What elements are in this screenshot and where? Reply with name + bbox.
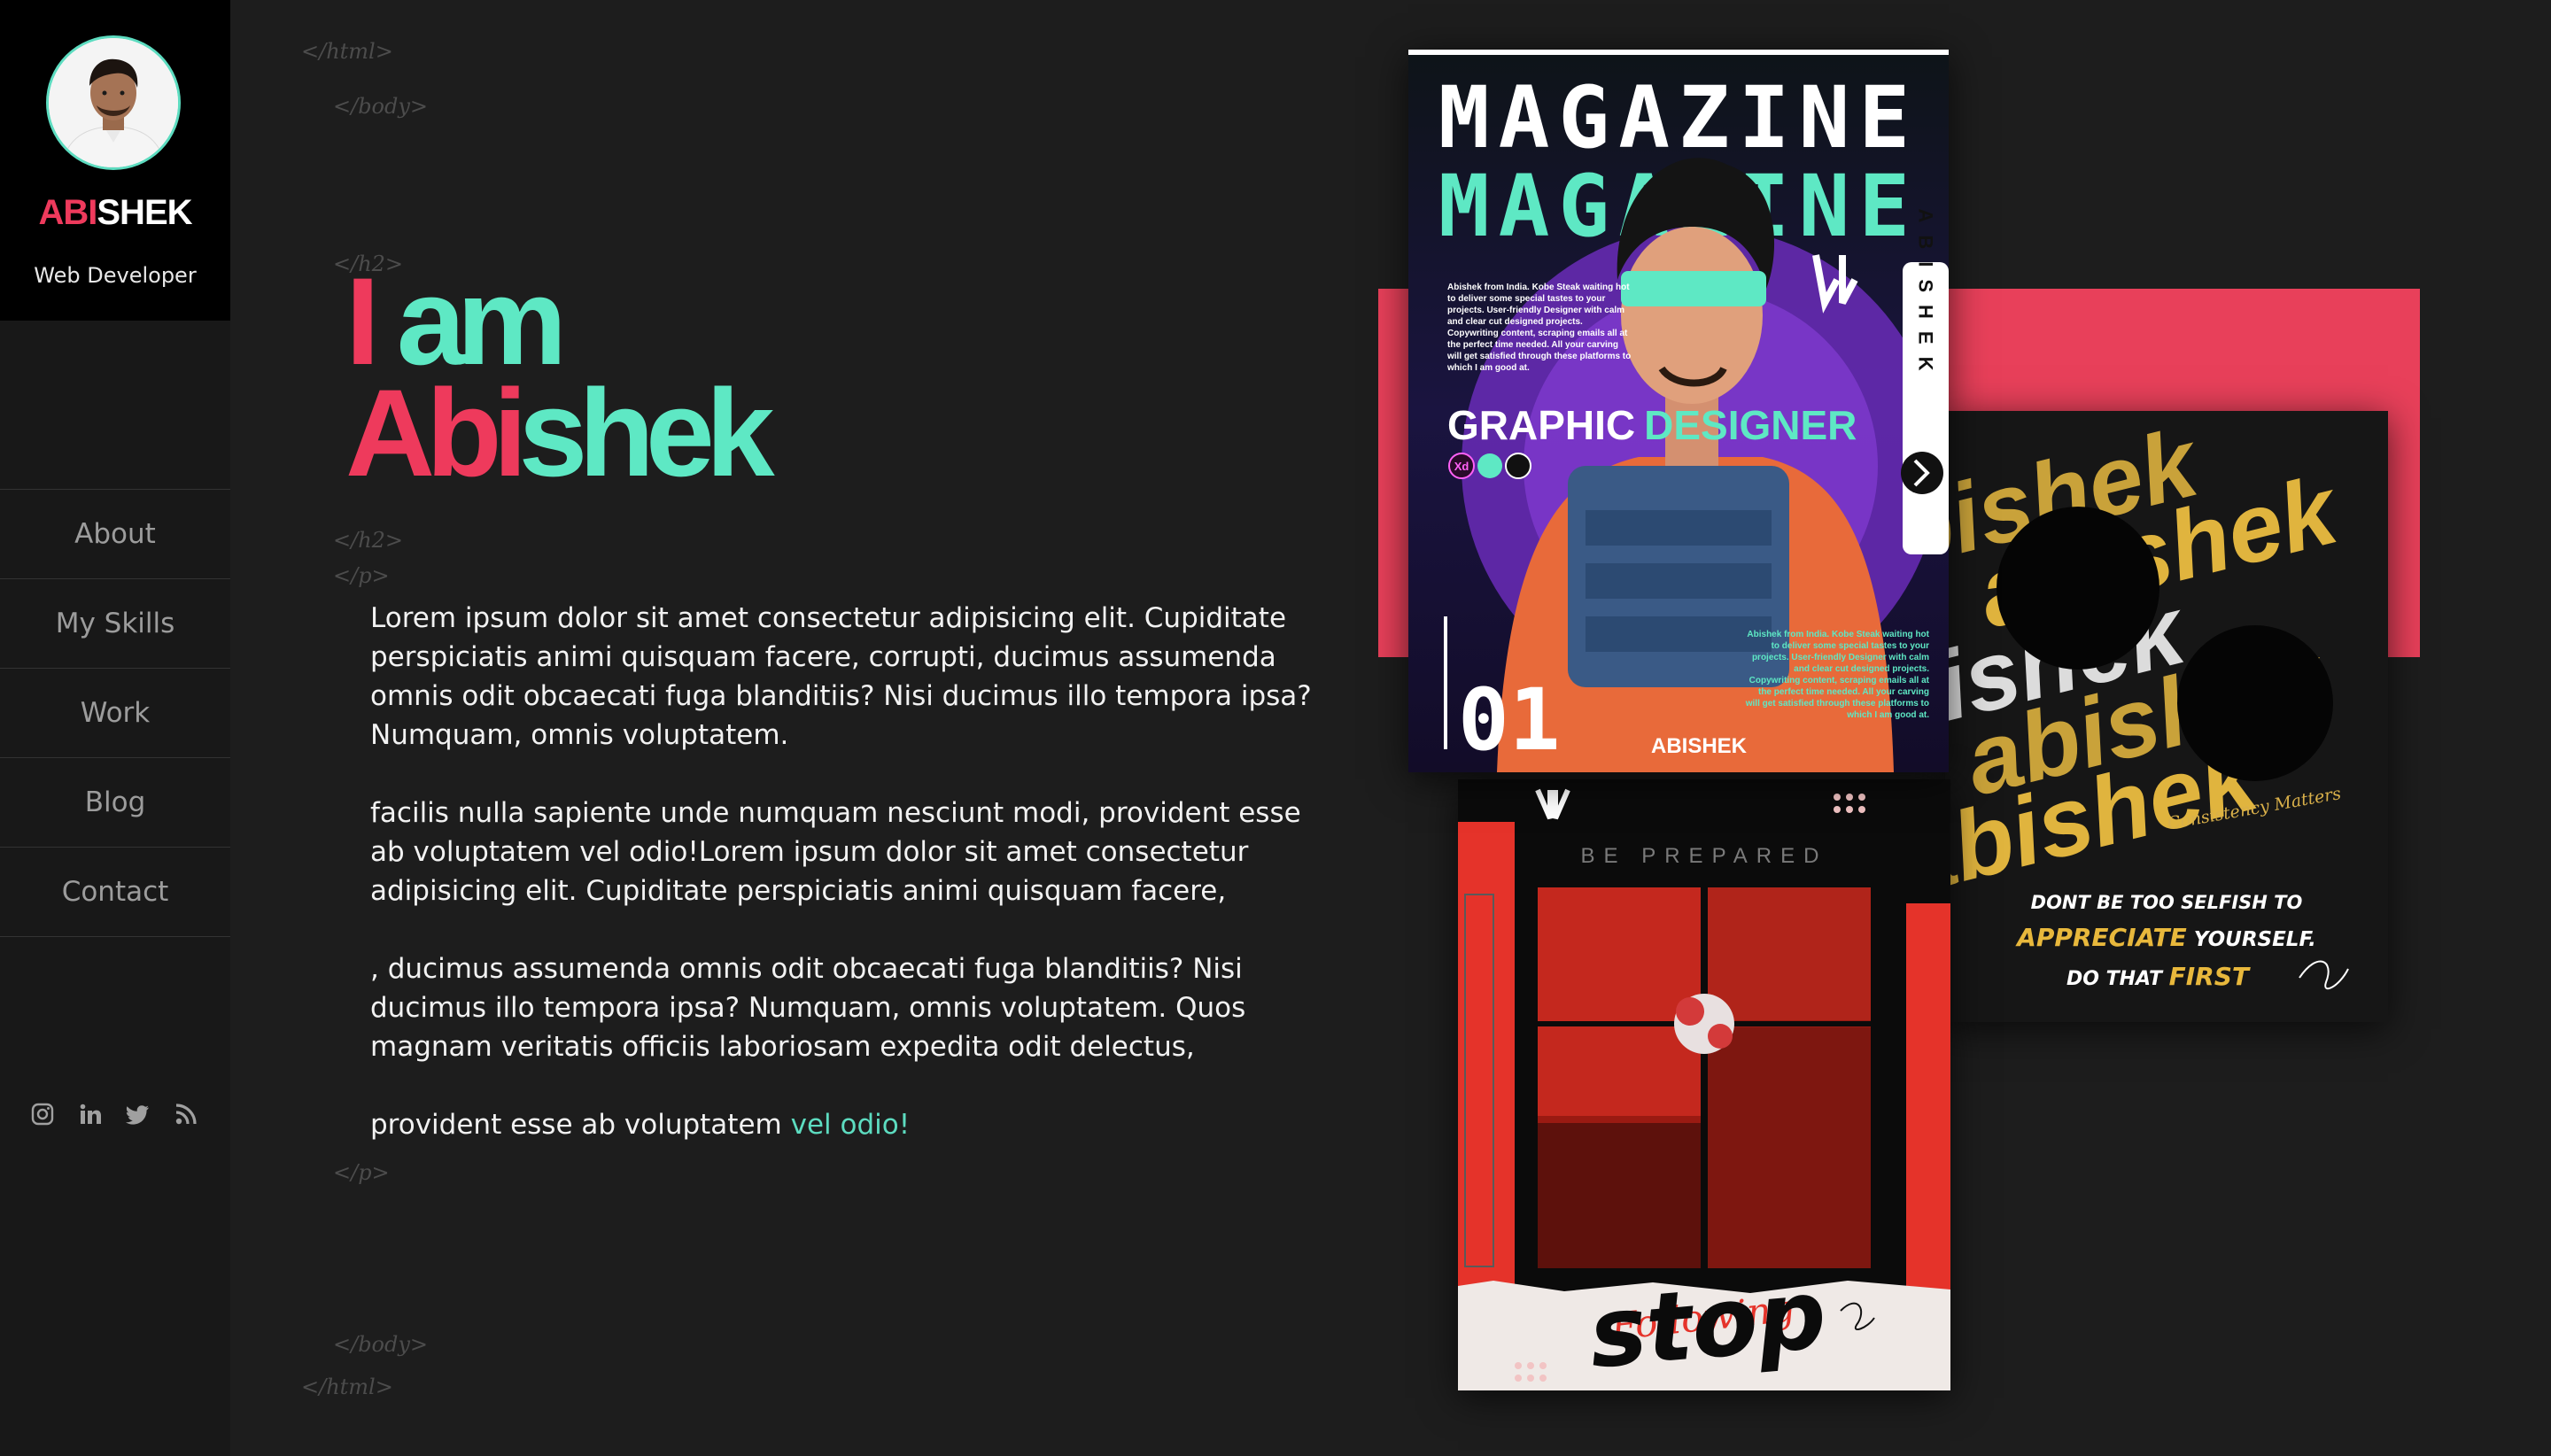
portfolio-poster-abishek[interactable]: abishek abishek abishek abishek abishek … bbox=[1945, 411, 2388, 1022]
intro-text: Lorem ipsum dolor sit amet consectetur a… bbox=[370, 599, 1318, 1183]
code-tag-body-close: </body> bbox=[333, 1332, 429, 1357]
code-tag-html-close: </html> bbox=[301, 1375, 393, 1399]
social-links bbox=[30, 1102, 198, 1127]
nav-item-my-skills[interactable]: My Skills bbox=[0, 579, 230, 669]
nav-item-work[interactable]: Work bbox=[0, 669, 230, 758]
intro-paragraph-1: Lorem ipsum dolor sit amet consectetur a… bbox=[370, 602, 1312, 751]
magazine-issue: 01 bbox=[1458, 670, 1561, 770]
twitter-icon[interactable] bbox=[126, 1102, 151, 1127]
code-tag-html-open: </html> bbox=[301, 39, 393, 64]
code-tag-p-open: </p> bbox=[333, 563, 390, 588]
main-nav: About My Skills Work Blog Contact bbox=[0, 489, 230, 937]
svg-text:Xd: Xd bbox=[1454, 460, 1469, 473]
magazine-side-text: ABISHEK bbox=[1915, 208, 1937, 383]
avatar bbox=[46, 35, 181, 170]
nav-item-blog[interactable]: Blog bbox=[0, 758, 230, 848]
poster3-line1: DONT BE TOO SELFISH TO bbox=[2031, 892, 2303, 913]
rss-icon[interactable] bbox=[174, 1102, 198, 1127]
code-tag-h2-close: </h2> bbox=[333, 528, 404, 553]
brand-role: Web Developer bbox=[34, 263, 197, 288]
brand-name: ABISHEK bbox=[38, 193, 192, 232]
sidebar: ABISHEK Web Developer About My Skills Wo… bbox=[0, 0, 230, 1456]
profile-card: ABISHEK Web Developer bbox=[0, 0, 230, 321]
nav-item-contact[interactable]: Contact bbox=[0, 848, 230, 937]
poster2-flower bbox=[1674, 994, 1734, 1054]
code-tag-body-open: </body> bbox=[333, 94, 429, 119]
magazine-title-top: MAGAZINE bbox=[1438, 68, 1919, 167]
magazine-tool-badges: Xd bbox=[1448, 453, 1531, 479]
portfolio-poster-stop[interactable]: BE PREPARED Following stop bbox=[1458, 779, 1950, 1390]
portfolio-magazine-cover[interactable]: MAGAZINE MAGAZINE GRAPHICDESIGNER Abishe… bbox=[1408, 50, 1949, 772]
magazine-next-arrow[interactable] bbox=[1901, 452, 1943, 494]
intro-paragraph-2: facilis nulla sapiente unde numquam nesc… bbox=[370, 797, 1301, 907]
intro-paragraph-4: provident esse ab voluptatem vel odio! bbox=[370, 1109, 911, 1141]
hero-heading: I am Abishek bbox=[345, 252, 775, 502]
poster2-word: stop bbox=[1585, 1259, 1830, 1390]
poster2-tagline: BE PREPARED bbox=[1581, 844, 1828, 868]
magazine-footer-brand: ABISHEK bbox=[1651, 734, 1748, 758]
linkedin-icon[interactable] bbox=[78, 1102, 103, 1127]
nav-item-about[interactable]: About bbox=[0, 490, 230, 579]
magazine-blurb-2: Abishek from India. Kobe Steak waiting h… bbox=[1746, 630, 1929, 720]
vel-odio-link[interactable]: vel odio! bbox=[791, 1109, 911, 1141]
intro-paragraph-3: , ducimus assumenda omnis odit obcaecati… bbox=[370, 953, 1246, 1063]
svg-text:ABISHEK: ABISHEK bbox=[1915, 208, 1937, 383]
instagram-icon[interactable] bbox=[30, 1102, 55, 1127]
magazine-blurb: Abishek from India. Kobe Steak waiting h… bbox=[1447, 283, 1631, 373]
